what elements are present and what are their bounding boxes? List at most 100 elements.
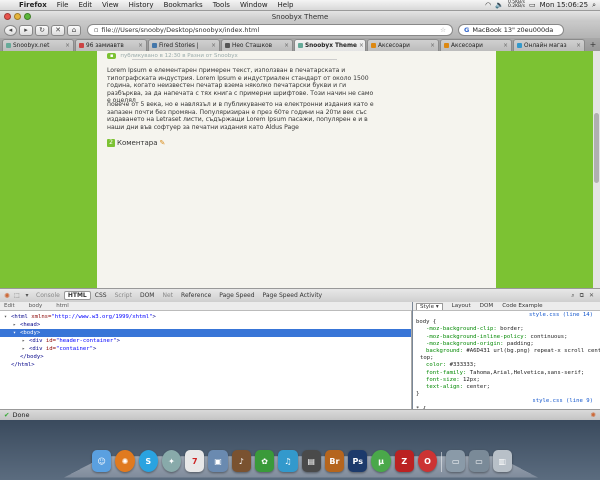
menu-history[interactable]: History [124,1,159,9]
adium-icon[interactable]: ✿ [254,450,275,472]
menu-clock[interactable]: Mon 15:06:25 [540,1,588,9]
google-icon[interactable]: G [464,25,469,35]
home-button[interactable]: ⌂ [67,24,81,36]
terminal-icon[interactable]: ▤ [301,450,321,472]
menu-edit[interactable]: Edit [73,1,97,9]
tab-7[interactable]: Аксесоари × [440,39,512,51]
side-tab-code-example[interactable]: Code Example [502,303,542,309]
firefox-icon[interactable]: ✺ [115,450,135,472]
tab-close-icon[interactable]: × [430,41,435,51]
css-property[interactable]: background: #A6D431 url(bg.png) repeat-x… [416,348,600,355]
panel-css[interactable]: CSS [91,292,111,299]
css-property[interactable]: -moz-background-origin: padding; [416,341,597,348]
tab-6[interactable]: Аксесоари × [367,39,439,51]
minimize-window-button[interactable] [14,13,21,20]
css-property[interactable]: font-family: Tahoma,Arial,Helvetica,sans… [416,370,597,377]
photos-icon[interactable]: ▣ [208,450,228,472]
url-bar[interactable]: ▫ file:///Users/snooby/Desktop/snoobyx/i… [87,24,453,36]
tab-8[interactable]: Онлайн магаз × [513,39,585,51]
scrollbar-thumb[interactable] [594,113,599,183]
css-property[interactable]: text-align: center; [416,384,597,391]
zoom-window-button[interactable] [24,13,31,20]
edit-button[interactable]: Edit [4,303,15,309]
css-property[interactable]: color: #333333; [416,362,597,369]
side-tab-dom[interactable]: DOM [480,303,494,309]
html-tree-node[interactable]: </body> [0,353,411,361]
menu-tools[interactable]: Tools [208,1,235,9]
tab-2[interactable]: 96 замиавтв × [75,39,147,51]
menu-help[interactable]: Help [273,1,299,9]
stop-button[interactable]: ✕ [51,24,65,36]
panel-console[interactable]: Console [32,292,64,299]
comments-link[interactable]: 2 Коментара ✎ [107,139,165,147]
network-monitor[interactable]: 0.5KB/s 0.2KB/s [508,0,525,10]
tab-snoobyx-theme[interactable]: Snoobyx Theme × [294,39,366,51]
calendar-icon[interactable]: 7 [185,450,205,472]
css-source-link[interactable]: style.css (line 14) [416,312,597,319]
photoshop-icon[interactable]: Ps [348,450,368,472]
bookmark-star-icon[interactable]: ☆ [440,25,446,35]
itunes-icon[interactable]: ♫ [278,450,298,472]
html-tree-node[interactable]: ▾ <body> [0,329,411,337]
skype-icon[interactable]: S [138,450,158,472]
tab-close-icon[interactable]: × [284,41,289,51]
spotlight-icon[interactable]: ⌕ [592,1,596,10]
menu-app-firefox[interactable]: Firefox [14,1,52,9]
html-tree-node[interactable]: </html> [0,361,411,369]
panel-reference[interactable]: Reference [177,292,215,299]
html-tree-node[interactable]: ▸ <div id="container"> [0,345,411,353]
volume-icon[interactable]: 🔈 [495,1,504,9]
panel-dom[interactable]: DOM [136,292,159,299]
applications-folder-icon[interactable]: ▭ [446,450,466,472]
panel-menu-icon[interactable]: ▾ [22,292,32,299]
tab-close-icon[interactable]: × [503,41,508,51]
css-property[interactable]: -moz-background-clip: border; [416,326,597,333]
html-tree-node[interactable]: ▸ <head> [0,321,411,329]
css-selector[interactable]: body { [416,319,597,326]
tab-snoobyx-net[interactable]: Snoobyx.net × [2,39,74,51]
panel-page-speed-activity[interactable]: Page Speed Activity [259,292,327,299]
safari-icon[interactable]: ✦ [161,450,182,472]
side-tab-style[interactable]: Style ▾ [416,302,443,310]
twisty-icon[interactable]: ▸ [22,337,29,345]
css-property[interactable]: top; [416,355,597,362]
battery-icon[interactable]: ▭ [529,1,536,9]
side-tab-layout[interactable]: Layout [452,303,471,309]
menu-file[interactable]: File [52,1,74,9]
twisty-icon[interactable]: ▾ [4,313,11,321]
panel-script[interactable]: Script [111,292,136,299]
tab-4[interactable]: Нео Сташков × [221,39,293,51]
tab-close-icon[interactable]: × [65,41,70,51]
garageband-icon[interactable]: ♪ [231,450,251,472]
forward-button[interactable]: ▸ [19,24,33,36]
filezilla-icon[interactable]: Z [394,450,414,472]
tab-3[interactable]: Fired Stories | × [148,39,220,51]
new-tab-button[interactable]: + [588,39,598,51]
tab-close-icon[interactable]: × [138,41,143,51]
css-property[interactable]: -moz-background-inline-policy: continuou… [416,334,597,341]
html-tree-node[interactable]: ▾ <html xmlns="http://www.w3.org/1999/xht… [0,313,411,321]
menu-view[interactable]: View [97,1,124,9]
page-scrollbar[interactable] [593,51,600,288]
opera-icon[interactable]: O [417,450,438,472]
search-box[interactable]: G MacBook 13" z0eu000da [458,24,564,36]
finder-icon[interactable]: ☺ [92,450,112,472]
twisty-icon[interactable]: ▾ [13,329,20,337]
utorrent-icon[interactable]: µ [371,450,391,472]
detach-icon[interactable]: ⧉ [580,292,584,300]
panel-html[interactable]: HTML [63,291,91,300]
bridge-icon[interactable]: Br [324,450,345,472]
menu-window[interactable]: Window [235,1,273,9]
breadcrumb-body[interactable]: body [29,303,43,309]
wifi-icon[interactable]: ◠ [485,1,491,9]
inspect-icon[interactable]: ⬚ [12,292,22,299]
breadcrumb-html[interactable]: html [56,303,69,309]
tab-close-icon[interactable]: × [359,41,364,51]
back-button[interactable]: ◂ [4,24,17,36]
close-window-button[interactable] [4,13,11,20]
tab-close-icon[interactable]: × [576,41,581,51]
twisty-icon[interactable]: ▸ [13,321,20,329]
html-tree-node[interactable]: ▸ <div id="header-container"> [0,337,411,345]
twisty-icon[interactable]: ▸ [22,345,29,353]
menu-bookmarks[interactable]: Bookmarks [159,1,208,9]
